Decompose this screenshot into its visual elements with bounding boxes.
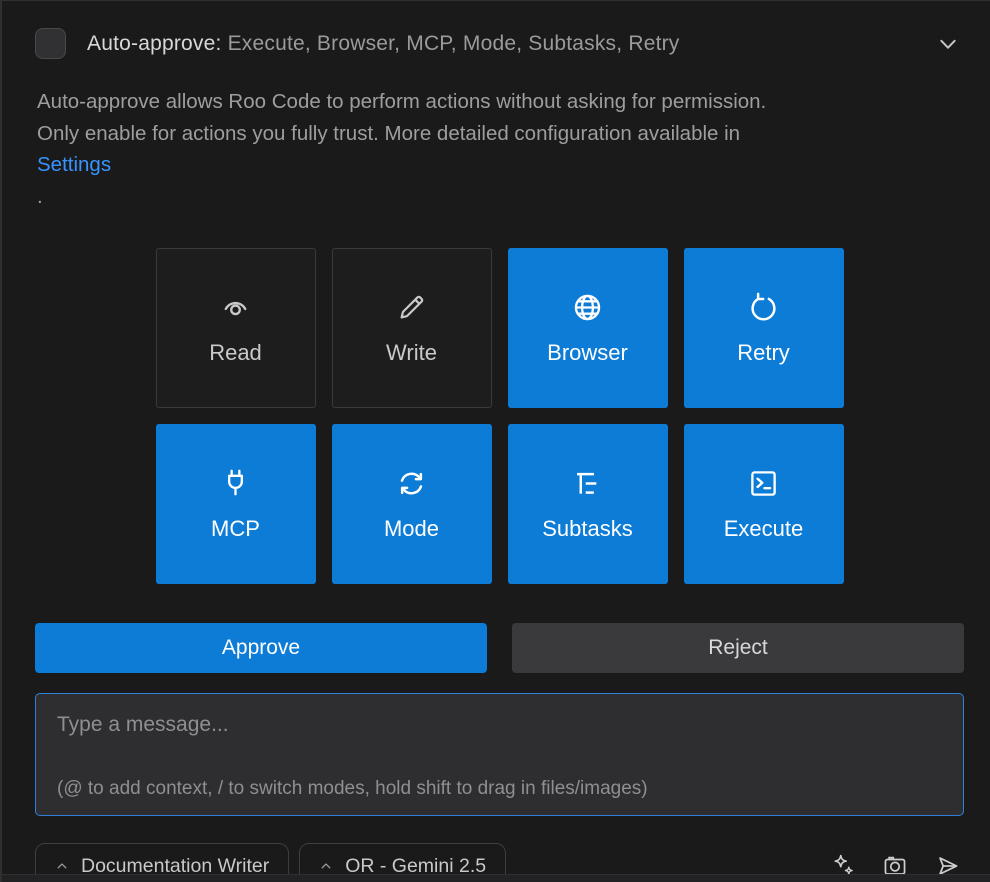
toggle-subtasks[interactable]: Subtasks: [508, 424, 668, 584]
sync-icon: [395, 467, 428, 500]
auto-approve-header: Auto-approve: Execute, Browser, MCP, Mod…: [35, 28, 964, 59]
auto-approve-checkbox[interactable]: [35, 28, 66, 59]
toggle-write[interactable]: Write: [332, 248, 492, 408]
toggle-mode[interactable]: Mode: [332, 424, 492, 584]
toggle-mcp[interactable]: MCP: [156, 424, 316, 584]
auto-approve-title[interactable]: Auto-approve: Execute, Browser, MCP, Mod…: [87, 32, 680, 56]
reject-button[interactable]: Reject: [512, 623, 964, 673]
toggle-label: Retry: [737, 340, 790, 366]
approve-button[interactable]: Approve: [35, 623, 487, 673]
toggle-label: Write: [386, 340, 437, 366]
auto-approve-label: Auto-approve:: [87, 32, 222, 55]
retry-icon: [747, 291, 780, 324]
message-input-hint: (@ to add context, / to switch modes, ho…: [57, 778, 942, 800]
toggle-label: Read: [209, 340, 262, 366]
toggle-label: Mode: [384, 516, 439, 542]
panel-bottom-divider: [2, 874, 990, 882]
plug-icon: [219, 467, 252, 500]
description-line-1: Auto-approve allows Roo Code to perform …: [37, 86, 964, 118]
globe-icon: [571, 291, 604, 324]
eye-icon: [219, 291, 252, 324]
toggle-read[interactable]: Read: [156, 248, 316, 408]
auto-approve-toggle-grid: Read Write Browser Retry MCP Mode Subtas…: [156, 248, 844, 584]
toggle-label: MCP: [211, 516, 260, 542]
toggle-execute[interactable]: Execute: [684, 424, 844, 584]
toggle-label: Browser: [547, 340, 628, 366]
auto-approve-summary: Execute, Browser, MCP, Mode, Subtasks, R…: [228, 32, 680, 55]
action-buttons: Approve Reject: [35, 623, 964, 673]
settings-link[interactable]: Settings: [37, 153, 111, 176]
terminal-icon: [747, 467, 780, 500]
description-line-2: Only enable for actions you fully trust.…: [37, 118, 964, 150]
toggle-browser[interactable]: Browser: [508, 248, 668, 408]
toggle-label: Subtasks: [542, 516, 633, 542]
toggle-label: Execute: [724, 516, 804, 542]
pencil-icon: [395, 291, 428, 324]
chevron-down-icon[interactable]: [934, 30, 964, 58]
message-input-placeholder: Type a message...: [57, 713, 942, 737]
chevron-up-icon: [319, 859, 333, 873]
list-tree-icon: [571, 467, 604, 500]
description-period: .: [37, 181, 964, 213]
toggle-retry[interactable]: Retry: [684, 248, 844, 408]
auto-approve-panel: Auto-approve: Execute, Browser, MCP, Mod…: [0, 0, 990, 882]
auto-approve-description: Auto-approve allows Roo Code to perform …: [37, 86, 964, 212]
message-input[interactable]: Type a message... (@ to add context, / t…: [35, 693, 964, 816]
chevron-up-icon: [55, 859, 69, 873]
description-line-3: Settings.: [37, 149, 964, 212]
